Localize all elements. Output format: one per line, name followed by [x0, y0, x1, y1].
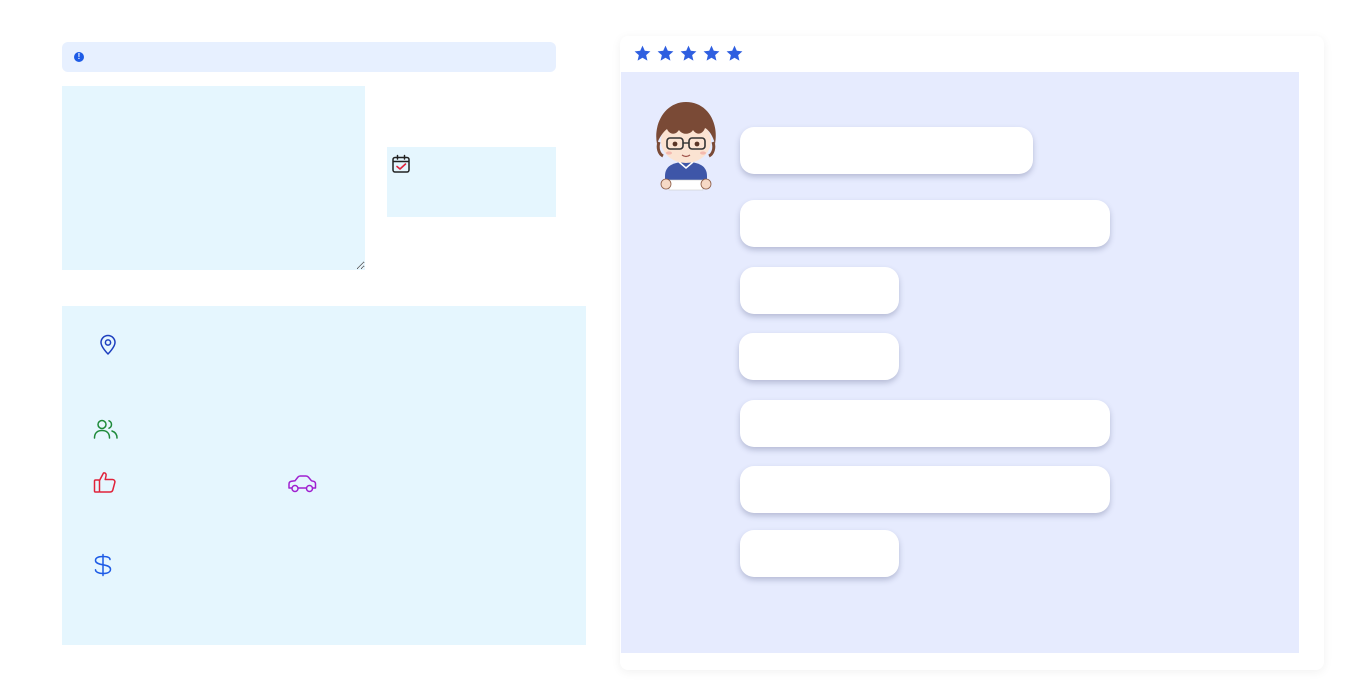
chat-option-bubble[interactable]	[740, 466, 1110, 513]
star-icon[interactable]	[656, 44, 675, 63]
chat-option-bubble[interactable]	[740, 127, 1033, 174]
info-alert: !	[62, 42, 556, 72]
date-field[interactable]	[387, 147, 556, 217]
car-icon	[287, 474, 317, 499]
chat-option-bubble[interactable]	[740, 530, 899, 577]
star-icon[interactable]	[702, 44, 721, 63]
thumbs-up-icon	[93, 470, 117, 499]
chat-option-bubble[interactable]	[740, 400, 1110, 447]
calendar-check-icon	[391, 154, 411, 179]
info-icon: !	[74, 52, 84, 62]
chibi-avatar-icon	[647, 96, 725, 194]
chat-option-bubble[interactable]	[740, 200, 1110, 247]
star-icon[interactable]	[679, 44, 698, 63]
star-icon[interactable]	[725, 44, 744, 63]
location-pin-icon	[97, 334, 119, 361]
chat-option-bubble[interactable]	[739, 333, 899, 380]
star-rating[interactable]	[633, 44, 744, 63]
chat-option-bubble[interactable]	[740, 267, 899, 314]
info-panel	[62, 306, 586, 645]
dollar-icon	[92, 553, 114, 582]
note-textarea[interactable]	[62, 86, 365, 270]
star-icon[interactable]	[633, 44, 652, 63]
users-icon	[93, 418, 119, 445]
